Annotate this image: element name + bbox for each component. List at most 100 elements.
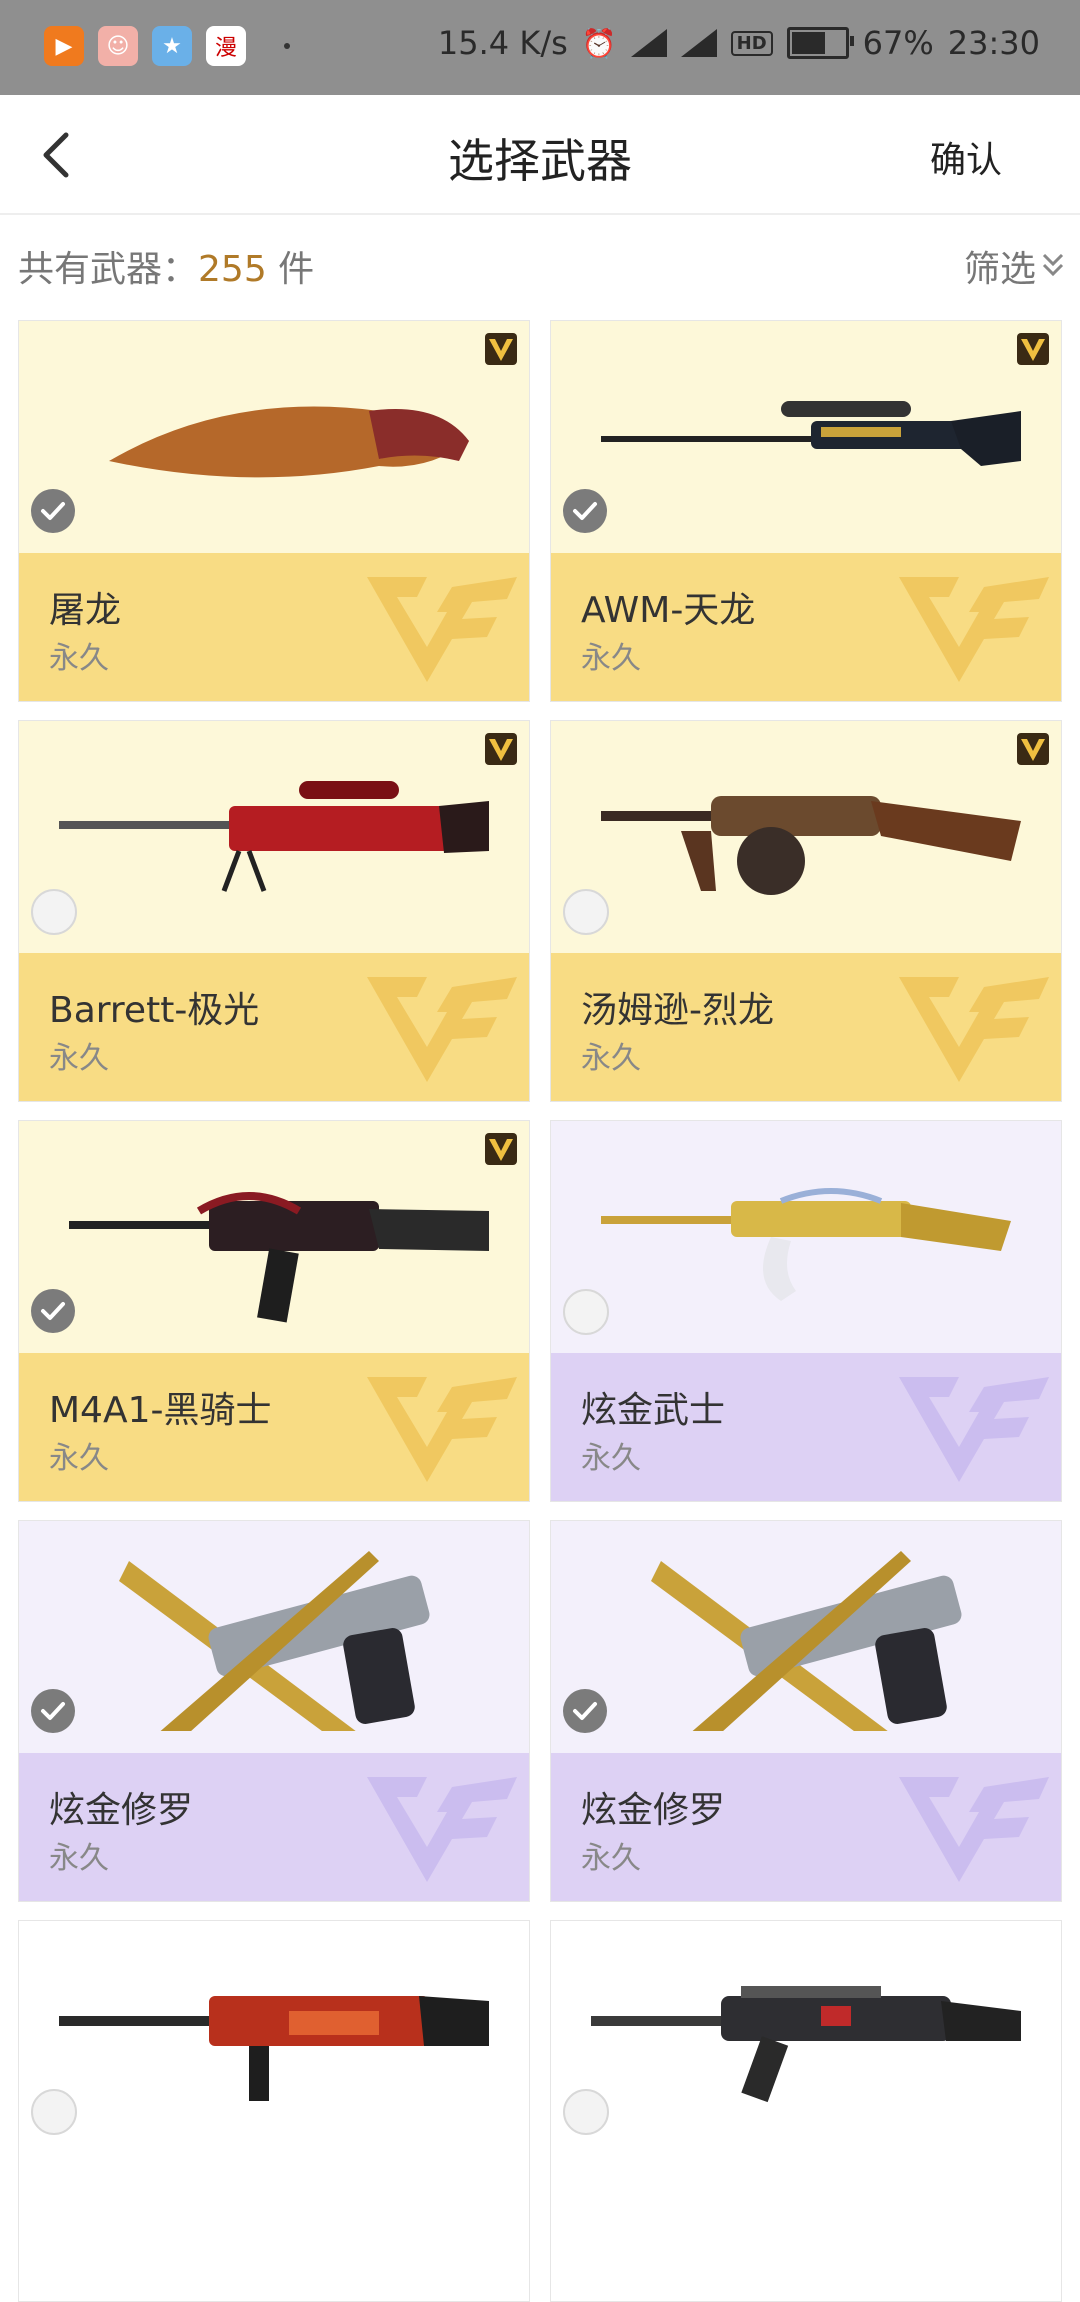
assault-rifle-icon (69, 1192, 489, 1323)
pistol-blade-icon (119, 1551, 430, 1731)
unchecked-checkbox-icon[interactable] (31, 2089, 77, 2135)
weapon-card[interactable] (18, 1920, 530, 2302)
game-app-icon: ★ (152, 26, 192, 66)
tommy-gun-icon (601, 796, 1021, 895)
weapon-image-area (551, 1521, 1061, 1753)
more-notifications-icon (284, 43, 290, 49)
kukri-knife-icon (109, 406, 469, 478)
weapon-image-area (19, 1521, 529, 1753)
unchecked-checkbox-icon[interactable] (31, 889, 77, 935)
weapon-duration: 永久 (581, 1841, 641, 1876)
ak-rifle-icon (601, 1188, 1011, 1301)
weapon-name: 屠龙 (49, 590, 122, 631)
weapon-image-area (19, 321, 529, 553)
checked-checkbox-icon[interactable] (31, 489, 75, 533)
unchecked-checkbox-icon[interactable] (563, 889, 609, 935)
checked-checkbox-icon[interactable] (563, 489, 607, 533)
vip-badge-icon (1017, 733, 1049, 765)
weapon-info: 炫金修罗 永久 (551, 1753, 1061, 1901)
weapon-name: M4A1-黑骑士 (49, 1390, 272, 1431)
alarm-icon: ⏰ (581, 26, 617, 60)
anime-app-icon: ☺ (98, 26, 138, 66)
double-chevron-down-icon (1042, 253, 1064, 277)
pistol-blade-icon (651, 1551, 962, 1731)
system-status: 15.4 K/s ⏰ HD 67% 23:30 (438, 24, 1040, 62)
cf-watermark-icon (899, 577, 1049, 682)
cf-watermark-icon (367, 577, 517, 682)
weapon-name: Barrett-极光 (49, 990, 260, 1031)
weapon-image-area (551, 1921, 1061, 2153)
weapon-info: 屠龙 永久 (19, 553, 529, 701)
weapon-duration: 永久 (49, 641, 109, 676)
cf-watermark-icon (899, 1777, 1049, 1882)
cf-watermark-icon (367, 1377, 517, 1482)
filter-button[interactable]: 筛选 (964, 240, 1066, 292)
weapon-image-area (19, 1921, 529, 2153)
weapon-image-area (551, 721, 1061, 953)
weapon-duration: 永久 (581, 1041, 641, 1076)
battery-icon (786, 27, 854, 59)
battery-percent: 67% (862, 24, 934, 62)
weapon-info: AWM-天龙永久 (551, 553, 1061, 701)
weapon-duration: 永久 (49, 1041, 109, 1076)
weapon-duration: 永久 (49, 1441, 109, 1476)
cf-watermark-icon (367, 977, 517, 1082)
confirm-button[interactable]: 确认 (930, 131, 1002, 183)
comic-app-icon: 漫 (206, 26, 246, 66)
weapon-duration: 永久 (49, 1841, 109, 1876)
checked-checkbox-icon[interactable] (31, 1689, 75, 1733)
weapon-name: 汤姆逊-烈龙 (581, 990, 774, 1031)
signal-icon (630, 29, 667, 57)
weapon-image-area (19, 721, 529, 953)
weapon-image-area (551, 321, 1061, 553)
weapon-name: AWM-天龙 (581, 590, 756, 631)
weapon-info: M4A1-黑骑士永久 (19, 1353, 529, 1501)
weapon-card[interactable]: AWM-天龙永久 (550, 320, 1062, 702)
weapon-duration: 永久 (581, 641, 641, 676)
checked-checkbox-icon[interactable] (563, 1689, 607, 1733)
weapon-info: 炫金修罗 永久 (19, 1753, 529, 1901)
summary-unit: 件 (266, 249, 315, 290)
weapon-info: 炫金武士 永久 (551, 1353, 1061, 1501)
vip-badge-icon (485, 1133, 517, 1165)
weapon-name: 炫金武士 (581, 1390, 726, 1431)
weapon-card[interactable]: 炫金修罗 永久 (550, 1520, 1062, 1902)
clock: 23:30 (947, 24, 1040, 62)
vip-badge-icon (485, 733, 517, 765)
vip-badge-icon (485, 333, 517, 365)
kuaishou-app-icon: ▶ (44, 26, 84, 66)
filter-label: 筛选 (963, 249, 1036, 290)
weapon-info: Barrett-极光永久 (19, 953, 529, 1101)
unchecked-checkbox-icon[interactable] (563, 2089, 609, 2135)
page-title: 选择武器 (448, 134, 632, 188)
weapon-card[interactable]: 屠龙 永久 (18, 320, 530, 702)
weapon-card[interactable]: M4A1-黑骑士永久 (18, 1120, 530, 1502)
notification-icons: ▶ ☺ ★ 漫 (44, 26, 290, 66)
weapon-card[interactable]: 炫金武士 永久 (550, 1120, 1062, 1502)
weapon-count-summary: 共有武器：255 件 (18, 240, 314, 292)
weapon-info: 汤姆逊-烈龙永久 (551, 953, 1061, 1101)
weapon-name: 炫金修罗 (49, 1790, 194, 1831)
battery-level (791, 32, 826, 54)
weapon-image-area (551, 1121, 1061, 1353)
unchecked-checkbox-icon[interactable] (563, 1289, 609, 1335)
weapon-card[interactable]: 汤姆逊-烈龙永久 (550, 720, 1062, 1102)
summary-prefix: 共有武器： (18, 249, 199, 290)
vip-badge-icon (1017, 333, 1049, 365)
cf-watermark-icon (367, 1777, 517, 1882)
hd-badge: HD (730, 30, 773, 56)
heavy-sniper-icon (59, 781, 489, 892)
shotgun-icon (59, 1996, 489, 2101)
network-speed: 15.4 K/s (437, 24, 568, 62)
weapon-card[interactable] (550, 1920, 1062, 2302)
cf-watermark-icon (899, 1377, 1049, 1482)
signal-icon-2 (680, 29, 717, 57)
weapon-card[interactable]: Barrett-极光永久 (18, 720, 530, 1102)
weapon-card[interactable]: 炫金修罗 永久 (18, 1520, 530, 1902)
weapon-count: 255 (198, 249, 267, 290)
checked-checkbox-icon[interactable] (31, 1289, 75, 1333)
weapon-name: 炫金修罗 (581, 1790, 726, 1831)
status-bar: ▶ ☺ ★ 漫 15.4 K/s ⏰ HD 67% 23:30 (0, 0, 1080, 95)
cf-watermark-icon (899, 977, 1049, 1082)
nav-bar: 选择武器 确认 (0, 95, 1080, 215)
